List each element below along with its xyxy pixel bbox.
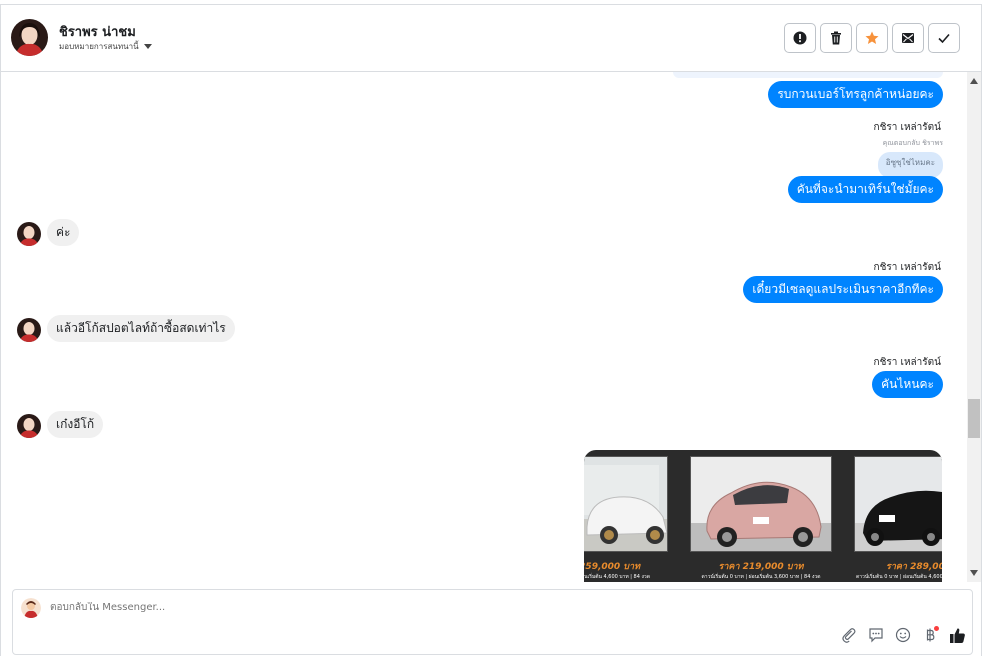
reply-composer bbox=[12, 589, 973, 655]
sender-name: กชิรา เหล่ารัตน์ bbox=[873, 262, 941, 273]
assign-conversation-dropdown[interactable]: มอบหมายการสนทนานี้ bbox=[59, 40, 152, 53]
payment-request-button[interactable] bbox=[921, 626, 939, 644]
inbox-conversation-panel: ชิราพร น่าชม มอบหมายการสนทนานี้ รบกวนเบอ… bbox=[0, 4, 982, 656]
car-finance: ดาวน์เริ่มต้น 0 บาท | ผ่อนเริ่มต้น 4,600… bbox=[856, 574, 942, 580]
incoming-message[interactable]: แล้วอีโก้สปอตไลท์ถ้าซื้อสดเท่าไร bbox=[47, 315, 235, 342]
car-photo bbox=[854, 456, 942, 552]
conversation-header: ชิราพร น่าชม มอบหมายการสนทนานี้ bbox=[1, 5, 981, 72]
contact-avatar bbox=[17, 318, 41, 342]
message-thread[interactable]: รบกวนเบอร์โทรลูกค้าหน่อยคะ กชิรา เหล่ารั… bbox=[1, 72, 965, 582]
star-icon bbox=[865, 31, 879, 44]
paperclip-icon bbox=[842, 628, 856, 643]
mark-unread-button[interactable] bbox=[892, 23, 924, 53]
incoming-message[interactable]: เก๋งอีโก้ bbox=[47, 411, 104, 438]
car-card: 259,000 บาท ผ่อนเริ่มต้น 4,600 บาท | 84 … bbox=[584, 454, 670, 582]
contact-avatar bbox=[17, 222, 41, 246]
outgoing-message[interactable]: เดี๋ยวมีเซลดูแลประเมินราคาอีกทีคะ bbox=[743, 276, 943, 303]
composer-toolbar bbox=[840, 626, 966, 644]
caret-down-icon bbox=[143, 44, 152, 49]
star-button[interactable] bbox=[856, 23, 888, 53]
trash-icon bbox=[831, 31, 841, 45]
scroll-down-arrow-icon[interactable] bbox=[970, 570, 978, 576]
car-price: 259,000 บาท bbox=[584, 562, 640, 572]
car-price: ราคา 219,000 บาท bbox=[718, 562, 804, 572]
mark-spam-button[interactable] bbox=[784, 23, 816, 53]
notification-dot bbox=[934, 626, 939, 631]
car-card: ราคา 219,000 บาท ดาวน์เริ่มต้น 0 บาท | ผ… bbox=[688, 454, 834, 582]
sender-name: กชิรา เหล่ารัตน์ bbox=[873, 122, 941, 133]
contact-avatar bbox=[17, 414, 41, 438]
speech-bubble-icon bbox=[869, 628, 883, 643]
mark-done-button[interactable] bbox=[928, 23, 960, 53]
scroll-up-arrow-icon[interactable] bbox=[970, 78, 978, 84]
outgoing-message[interactable]: คันที่จะนำมาเทิร์นใช่มั้ยคะ bbox=[787, 176, 943, 203]
incoming-message[interactable]: ค่ะ bbox=[47, 219, 80, 246]
scrollbar-thumb[interactable] bbox=[968, 399, 980, 438]
outgoing-message[interactable]: คันไหนคะ bbox=[872, 371, 943, 398]
conversation-actions bbox=[784, 23, 960, 53]
previous-message-edge bbox=[673, 72, 943, 78]
delete-button[interactable] bbox=[820, 23, 852, 53]
car-photo bbox=[690, 456, 832, 552]
alert-icon bbox=[793, 31, 807, 45]
car-listing-image[interactable]: 259,000 บาท ผ่อนเริ่มต้น 4,600 บาท | 84 … bbox=[584, 450, 942, 582]
smiley-icon bbox=[895, 627, 911, 643]
car-photo bbox=[584, 456, 668, 552]
outgoing-message[interactable]: รบกวนเบอร์โทรลูกค้าหน่อยคะ bbox=[768, 81, 943, 108]
send-like-button[interactable] bbox=[948, 626, 966, 644]
reply-meta: คุณตอบกลับ ชิราพร bbox=[882, 139, 943, 147]
car-price: ราคา 289,000 บาท bbox=[886, 562, 942, 572]
contact-name[interactable]: ชิราพร น่าชม bbox=[59, 21, 136, 42]
page-avatar bbox=[21, 598, 41, 618]
sender-name: กชิรา เหล่ารัตน์ bbox=[873, 357, 941, 368]
thumbs-up-icon bbox=[949, 627, 965, 643]
saved-replies-button[interactable] bbox=[867, 626, 885, 644]
emoji-button[interactable] bbox=[894, 626, 912, 644]
check-icon bbox=[938, 33, 950, 44]
reply-input[interactable] bbox=[50, 602, 550, 613]
attach-file-button[interactable] bbox=[840, 626, 858, 644]
quoted-message[interactable]: อิซูซุใช่ไหมคะ bbox=[877, 152, 943, 178]
car-finance: ดาวน์เริ่มต้น 0 บาท | ผ่อนเริ่มต้น 3,600… bbox=[701, 574, 821, 580]
car-card: ราคา 289,000 บาท ดาวน์เริ่มต้น 0 บาท | ผ… bbox=[852, 454, 942, 582]
envelope-icon bbox=[902, 33, 914, 43]
car-finance: ผ่อนเริ่มต้น 4,600 บาท | 84 งวด bbox=[584, 574, 650, 580]
contact-avatar[interactable] bbox=[11, 19, 48, 56]
assign-label: มอบหมายการสนทนานี้ bbox=[59, 42, 139, 51]
thread-scrollbar[interactable] bbox=[967, 72, 981, 582]
